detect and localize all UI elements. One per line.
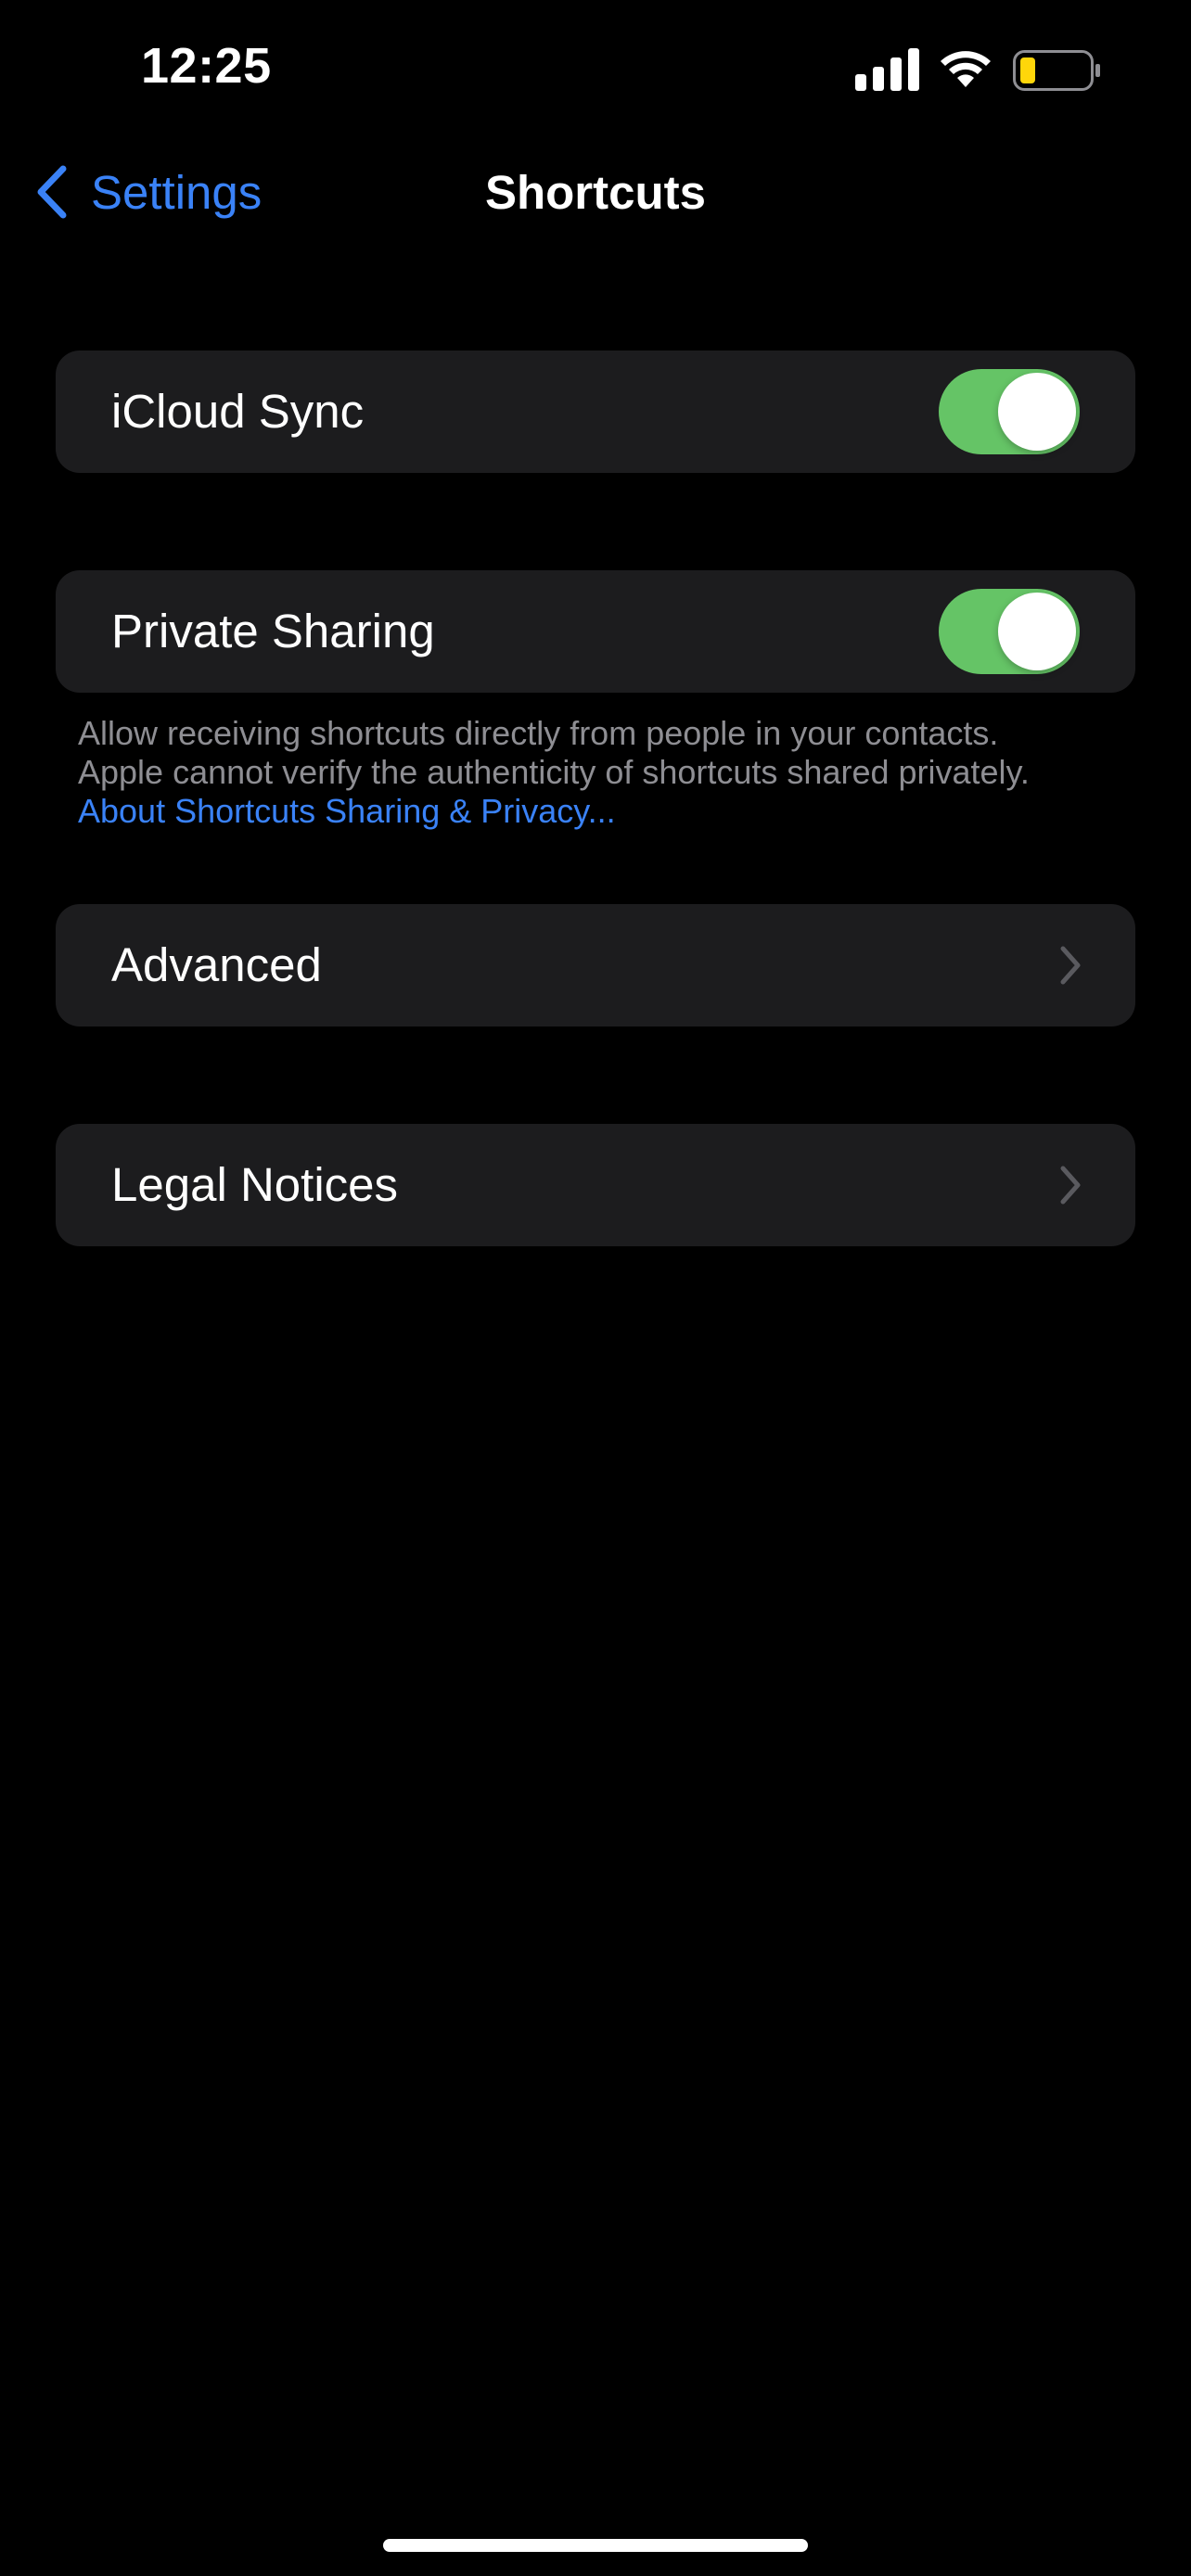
footer-line-2: Apple cannot verify the authenticity of … [78, 753, 1030, 791]
status-time: 12:25 [141, 38, 272, 94]
sharing-privacy-link[interactable]: About Shortcuts Sharing & Privacy... [78, 792, 1135, 831]
private-sharing-label: Private Sharing [111, 605, 435, 657]
icloud-sync-label: iCloud Sync [111, 385, 365, 438]
home-indicator[interactable] [383, 2539, 808, 2552]
navigation-bar: Settings Shortcuts [0, 148, 1191, 232]
chevron-right-icon [1060, 946, 1081, 985]
toggle-knob [998, 593, 1076, 670]
icloud-sync-toggle[interactable] [939, 369, 1080, 454]
legal-notices-label: Legal Notices [111, 1158, 399, 1211]
private-sharing-row: Private Sharing [56, 570, 1135, 693]
status-bar: 12:25 [0, 0, 1191, 139]
cellular-signal-icon [855, 48, 919, 91]
page-title: Shortcuts [484, 166, 707, 219]
advanced-row[interactable]: Advanced [56, 904, 1135, 1027]
battery-low-icon [1013, 50, 1100, 91]
icloud-sync-row: iCloud Sync [56, 351, 1135, 473]
private-sharing-footer: Allow receiving shortcuts directly from … [78, 714, 1135, 831]
advanced-label: Advanced [111, 938, 322, 991]
toggle-knob [998, 373, 1076, 451]
wifi-icon [941, 51, 991, 87]
chevron-right-icon [1060, 1166, 1081, 1205]
footer-line-1: Allow receiving shortcuts directly from … [78, 714, 999, 752]
legal-notices-row[interactable]: Legal Notices [56, 1124, 1135, 1246]
private-sharing-toggle[interactable] [939, 589, 1080, 674]
